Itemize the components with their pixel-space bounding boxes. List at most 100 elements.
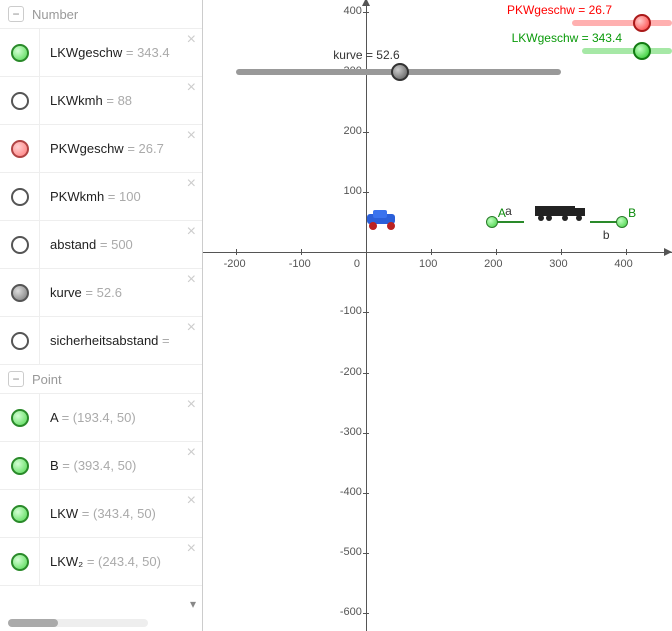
point-label: A	[498, 206, 506, 220]
point-item[interactable]: LKW₂ = (243.4, 50) ×	[0, 538, 202, 586]
y-tick-label: -500	[332, 546, 362, 558]
slider-pkwgeschw-knob[interactable]	[633, 14, 651, 32]
algebra-sidebar[interactable]: − Number LKWgeschw = 343.4 × LKWkmh = 88…	[0, 0, 203, 631]
y-tick-label: -400	[332, 486, 362, 498]
item-label: kurve = 52.6	[40, 285, 202, 300]
tick-mark	[366, 249, 367, 255]
section-title: Point	[32, 372, 62, 387]
tick-mark	[363, 553, 369, 554]
x-tick-label: 200	[484, 258, 502, 270]
horizontal-scrollbar[interactable]	[8, 619, 148, 627]
y-tick-label: -300	[332, 426, 362, 438]
truck-icon[interactable]	[535, 204, 591, 225]
tick-mark	[236, 249, 237, 255]
slider-lkwgeschw[interactable]	[582, 48, 672, 54]
y-tick-label: -200	[332, 366, 362, 378]
graphics-view[interactable]: -200-1000100200300400-600-500-400-300-20…	[203, 0, 672, 631]
tick-mark	[363, 433, 369, 434]
segment-label: a	[505, 204, 512, 218]
visibility-toggle-icon[interactable]	[11, 188, 29, 206]
section-header-point[interactable]: − Point	[0, 365, 202, 394]
slider-lkwgeschw-label: LKWgeschw = 343.4	[512, 31, 622, 45]
y-tick-label: -600	[332, 606, 362, 618]
number-item[interactable]: kurve = 52.6 ×	[0, 269, 202, 317]
point-item[interactable]: B = (393.4, 50) ×	[0, 442, 202, 490]
number-item[interactable]: sicherheitsabstand = ×	[0, 317, 202, 365]
item-label: B = (393.4, 50)	[40, 458, 202, 473]
tick-mark	[626, 249, 627, 255]
point-item[interactable]: A = (193.4, 50) ×	[0, 394, 202, 442]
number-item[interactable]: abstand = 500 ×	[0, 221, 202, 269]
tick-mark	[301, 249, 302, 255]
point-B[interactable]	[616, 216, 628, 228]
tick-mark	[363, 132, 369, 133]
visibility-toggle-icon[interactable]	[11, 409, 29, 427]
visibility-toggle-icon[interactable]	[11, 92, 29, 110]
number-item[interactable]: PKWgeschw = 26.7 ×	[0, 125, 202, 173]
visibility-toggle-icon[interactable]	[11, 505, 29, 523]
delete-icon[interactable]: ×	[187, 271, 196, 289]
visibility-toggle-icon[interactable]	[11, 140, 29, 158]
tick-mark	[363, 493, 369, 494]
x-tick-label: -200	[224, 258, 246, 270]
point-A[interactable]	[486, 216, 498, 228]
item-label: LKW₂ = (243.4, 50)	[40, 554, 202, 569]
item-label: PKWgeschw = 26.7	[40, 141, 202, 156]
x-tick-label: 300	[549, 258, 567, 270]
axis-arrow-icon	[362, 0, 370, 6]
item-label: LKWkmh = 88	[40, 93, 202, 108]
slider-pkwgeschw-label: PKWgeschw = 26.7	[507, 3, 612, 17]
segment-label: b	[603, 228, 610, 242]
delete-icon[interactable]: ×	[187, 223, 196, 241]
point-item[interactable]: LKW = (343.4, 50) ×	[0, 490, 202, 538]
x-tick-label: 100	[419, 258, 437, 270]
visibility-toggle-icon[interactable]	[11, 236, 29, 254]
delete-icon[interactable]: ×	[187, 31, 196, 49]
slider-kurve-knob[interactable]	[391, 63, 409, 81]
tick-mark	[363, 312, 369, 313]
item-label: PKWkmh = 100	[40, 189, 202, 204]
number-item[interactable]: PKWkmh = 100 ×	[0, 173, 202, 221]
delete-icon[interactable]: ×	[187, 127, 196, 145]
visibility-toggle-icon[interactable]	[11, 332, 29, 350]
tick-mark	[496, 249, 497, 255]
delete-icon[interactable]: ×	[187, 540, 196, 558]
tick-mark	[363, 12, 369, 13]
collapse-icon[interactable]: −	[8, 6, 24, 22]
delete-icon[interactable]: ×	[187, 319, 196, 337]
delete-icon[interactable]: ×	[187, 175, 196, 193]
slider-lkwgeschw-knob[interactable]	[633, 42, 651, 60]
y-tick-label: -100	[332, 305, 362, 317]
app-root: − Number LKWgeschw = 343.4 × LKWkmh = 88…	[0, 0, 672, 631]
slider-pkwgeschw[interactable]	[572, 20, 672, 26]
item-label: LKW = (343.4, 50)	[40, 506, 202, 521]
section-header-number[interactable]: − Number	[0, 0, 202, 29]
tick-mark	[561, 249, 562, 255]
tick-mark	[363, 613, 369, 614]
delete-icon[interactable]: ×	[187, 79, 196, 97]
y-tick-label: 100	[332, 185, 362, 197]
x-tick-label: 0	[354, 258, 360, 270]
scroll-down-icon[interactable]: ▾	[190, 597, 196, 611]
visibility-toggle-icon[interactable]	[11, 284, 29, 302]
section-title: Number	[32, 7, 78, 22]
delete-icon[interactable]: ×	[187, 444, 196, 462]
tick-mark	[431, 249, 432, 255]
y-tick-label: 200	[332, 125, 362, 137]
car-icon[interactable]	[365, 210, 401, 233]
tick-mark	[363, 192, 369, 193]
delete-icon[interactable]: ×	[187, 396, 196, 414]
delete-icon[interactable]: ×	[187, 492, 196, 510]
collapse-icon[interactable]: −	[8, 371, 24, 387]
x-tick-label: -100	[289, 258, 311, 270]
visibility-toggle-icon[interactable]	[11, 553, 29, 571]
visibility-toggle-icon[interactable]	[11, 44, 29, 62]
x-axis	[203, 252, 672, 253]
axis-arrow-icon	[664, 248, 672, 256]
point-label: B	[628, 206, 636, 220]
number-item[interactable]: LKWgeschw = 343.4 ×	[0, 29, 202, 77]
item-label: LKWgeschw = 343.4	[40, 45, 202, 60]
visibility-toggle-icon[interactable]	[11, 457, 29, 475]
item-label: abstand = 500	[40, 237, 202, 252]
number-item[interactable]: LKWkmh = 88 ×	[0, 77, 202, 125]
